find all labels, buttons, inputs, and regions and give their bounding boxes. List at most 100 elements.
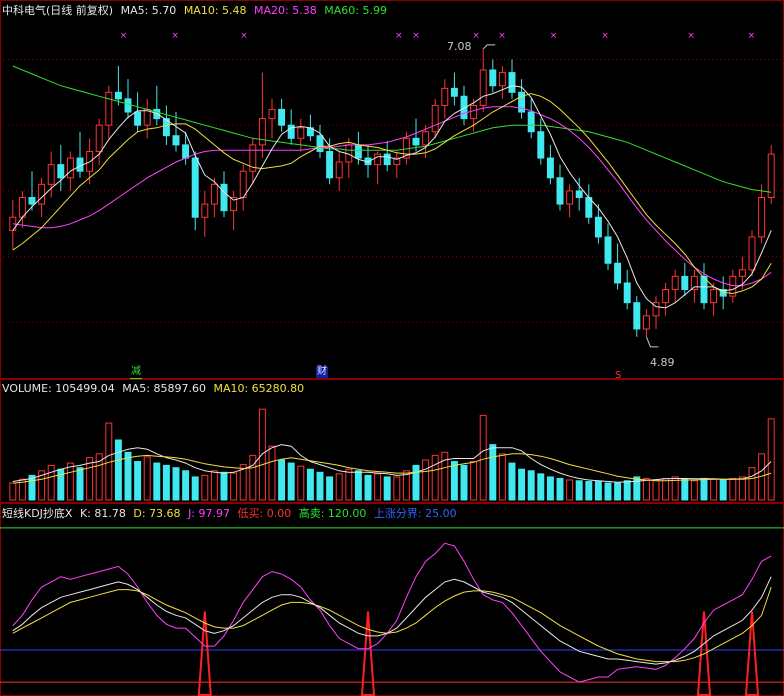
candle-body bbox=[498, 72, 506, 87]
candle-body bbox=[326, 150, 334, 179]
candle-body bbox=[335, 161, 343, 179]
kdj-header: 短线KDJ抄底X K: 81.78 D: 73.68 J: 97.97 低买: … bbox=[2, 507, 461, 520]
volume-bar bbox=[422, 459, 430, 501]
vol-ma5-readout: MA5: 85897.60 bbox=[122, 382, 206, 395]
reduce-event-tag[interactable]: 减 bbox=[130, 366, 142, 379]
volume-bar bbox=[143, 456, 151, 501]
s-event-tag[interactable]: S bbox=[614, 370, 622, 382]
candle-body bbox=[354, 144, 362, 159]
volume-bar bbox=[518, 468, 526, 501]
volume-bar bbox=[585, 481, 593, 501]
candle-body bbox=[431, 104, 439, 133]
volume-bar bbox=[662, 477, 670, 501]
candle-body bbox=[556, 177, 564, 205]
volume-bar bbox=[633, 476, 641, 501]
candle-body bbox=[479, 69, 487, 106]
volume-bar bbox=[729, 477, 737, 501]
candle-body bbox=[201, 203, 209, 218]
volume-bar bbox=[210, 470, 218, 501]
candle-body bbox=[489, 69, 497, 87]
volume-bar bbox=[383, 476, 391, 501]
candle-body bbox=[422, 131, 430, 146]
candle-body bbox=[662, 289, 670, 304]
volume-bar bbox=[690, 480, 698, 501]
d-readout: D: 73.68 bbox=[133, 507, 181, 520]
volume-bar bbox=[364, 474, 372, 501]
candle-body bbox=[95, 124, 103, 152]
candle-body bbox=[642, 315, 650, 330]
candle-body bbox=[134, 111, 142, 126]
candle-body bbox=[57, 164, 65, 179]
volume-bar bbox=[470, 461, 478, 501]
volume-bar bbox=[508, 462, 516, 501]
volume-bar bbox=[335, 473, 343, 501]
volume-bar bbox=[201, 474, 209, 501]
finance-event-tag[interactable]: 财 bbox=[316, 366, 328, 378]
price-header: 中科电气(日线 前复权) MA5: 5.70 MA10: 5.48 MA20: … bbox=[2, 4, 391, 17]
candle-body bbox=[546, 157, 554, 179]
volume-bar bbox=[9, 482, 17, 501]
candle-body bbox=[594, 216, 602, 238]
volume-bar bbox=[124, 451, 132, 501]
volume-bar bbox=[479, 414, 487, 501]
volume-bar bbox=[719, 479, 727, 501]
low-price-label: 4.89 bbox=[650, 356, 675, 369]
candle-body bbox=[450, 87, 458, 97]
volume-bar bbox=[700, 477, 708, 501]
volume-bar bbox=[182, 470, 190, 501]
candle-body bbox=[258, 118, 266, 146]
candle-body bbox=[412, 137, 420, 146]
candle-body bbox=[220, 183, 228, 212]
volume-bar bbox=[575, 480, 583, 501]
candle-body bbox=[86, 150, 94, 172]
candle-body bbox=[124, 98, 132, 113]
chart-canvas[interactable]: × × × × × × × × × × × bbox=[0, 0, 784, 696]
volume-bar bbox=[47, 464, 55, 501]
candle-body bbox=[633, 302, 641, 330]
candle-body bbox=[575, 190, 583, 198]
volume-bar bbox=[767, 418, 775, 501]
volume-bar bbox=[546, 476, 554, 501]
ma5-line bbox=[12, 85, 772, 309]
volume-bar bbox=[220, 471, 228, 501]
volume-bar bbox=[354, 470, 362, 501]
rise-line-readout: 上涨分界: 25.00 bbox=[373, 507, 457, 520]
volume-bar bbox=[710, 478, 718, 501]
volume-bar bbox=[393, 476, 401, 501]
candle-body bbox=[172, 135, 180, 146]
volume-bar bbox=[134, 461, 142, 501]
candle-body bbox=[383, 153, 391, 166]
volume-bar bbox=[230, 472, 238, 501]
candle-body bbox=[66, 157, 74, 179]
candle-body bbox=[191, 157, 199, 218]
kdj-title: 短线KDJ抄底X bbox=[2, 507, 73, 520]
candle-body bbox=[671, 275, 679, 291]
candle-body bbox=[278, 108, 286, 126]
volume-bar bbox=[431, 454, 439, 501]
signal-x-marker: × bbox=[687, 31, 695, 41]
signal-x-marker: × bbox=[412, 31, 420, 41]
candle-body bbox=[508, 72, 516, 93]
volume-bar bbox=[652, 479, 660, 501]
volume-bar bbox=[249, 454, 257, 501]
volume-bar bbox=[566, 479, 574, 501]
k-readout: K: 81.78 bbox=[79, 507, 126, 520]
volume-bar bbox=[268, 445, 276, 501]
signal-x-marker: × bbox=[550, 31, 558, 41]
candle-body bbox=[748, 236, 756, 271]
volume-bar bbox=[172, 467, 180, 501]
candle-body bbox=[210, 183, 218, 205]
ma5-readout: MA5: 5.70 bbox=[120, 4, 177, 17]
signal-x-marker: × bbox=[120, 31, 128, 41]
candle-body bbox=[604, 236, 612, 264]
candle-body bbox=[738, 269, 746, 277]
candle-body bbox=[681, 275, 689, 291]
ma60-readout: MA60: 5.99 bbox=[324, 4, 387, 17]
volume-bar bbox=[460, 464, 468, 501]
candle-body bbox=[614, 262, 622, 284]
volume-bar bbox=[681, 478, 689, 501]
volume-bar bbox=[623, 480, 631, 501]
low-buy-readout: 低买: 0.00 bbox=[237, 507, 292, 520]
candle-body bbox=[767, 153, 775, 199]
candle-body bbox=[268, 108, 276, 120]
